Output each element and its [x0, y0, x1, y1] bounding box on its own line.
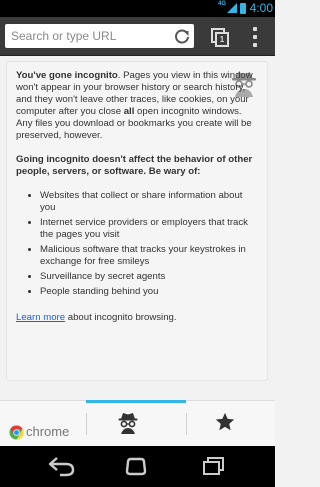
intro-heading: You've gone incognito — [16, 70, 118, 81]
chrome-logo-icon — [9, 425, 24, 440]
incognito-intro: You've gone incognito. Pages you view in… — [16, 70, 260, 142]
menu-dot-icon — [253, 27, 257, 31]
network-type-label: 4G — [217, 1, 226, 7]
browser-toolbar: 1 — [0, 17, 275, 56]
learn-more-link[interactable]: Learn more — [16, 312, 65, 323]
home-icon[interactable] — [121, 454, 151, 478]
overflow-menu-button[interactable] — [250, 26, 260, 48]
signal-icon — [227, 3, 237, 13]
status-bar: 4G 4:00 — [0, 0, 275, 17]
incognito-warning: Going incognito doesn't affect the behav… — [16, 154, 253, 177]
list-item: Internet service providers or employers … — [40, 217, 260, 241]
back-icon[interactable] — [46, 454, 76, 478]
list-item: Websites that collect or share informati… — [40, 190, 260, 214]
bookmarks-tab[interactable] — [186, 401, 275, 446]
omnibox[interactable] — [5, 24, 194, 48]
list-item: Malicious software that tracks your keys… — [40, 244, 260, 268]
learn-more-line: Learn more about incognito browsing. — [16, 312, 260, 324]
list-item: People standing behind you — [40, 286, 260, 298]
chrome-label: chrome — [26, 424, 70, 439]
tab-switcher-button[interactable]: 1 — [209, 26, 231, 48]
intro-all: all — [123, 106, 135, 117]
learn-more-suffix: about incognito browsing. — [65, 312, 177, 323]
incognito-new-tab-page: You've gone incognito. Pages you view in… — [0, 56, 275, 400]
clock: 4:00 — [249, 1, 273, 15]
reload-icon[interactable] — [173, 27, 191, 45]
recent-apps-icon[interactable] — [199, 454, 229, 478]
battery-icon — [240, 3, 246, 14]
risk-list: Websites that collect or share informati… — [16, 190, 260, 298]
tab-count: 1 — [215, 32, 229, 47]
search-input[interactable] — [11, 26, 171, 46]
bottom-bar: chrome — [0, 400, 275, 446]
chrome-home-tab[interactable]: chrome — [0, 401, 86, 446]
incognito-tab[interactable] — [86, 400, 186, 446]
incognito-icon — [118, 413, 138, 434]
menu-dot-icon — [253, 35, 257, 39]
list-item: Surveillance by secret agents — [40, 271, 260, 283]
incognito-info-card: You've gone incognito. Pages you view in… — [6, 61, 268, 381]
menu-dot-icon — [253, 43, 257, 47]
star-icon — [215, 412, 235, 431]
system-nav-bar — [0, 446, 275, 487]
